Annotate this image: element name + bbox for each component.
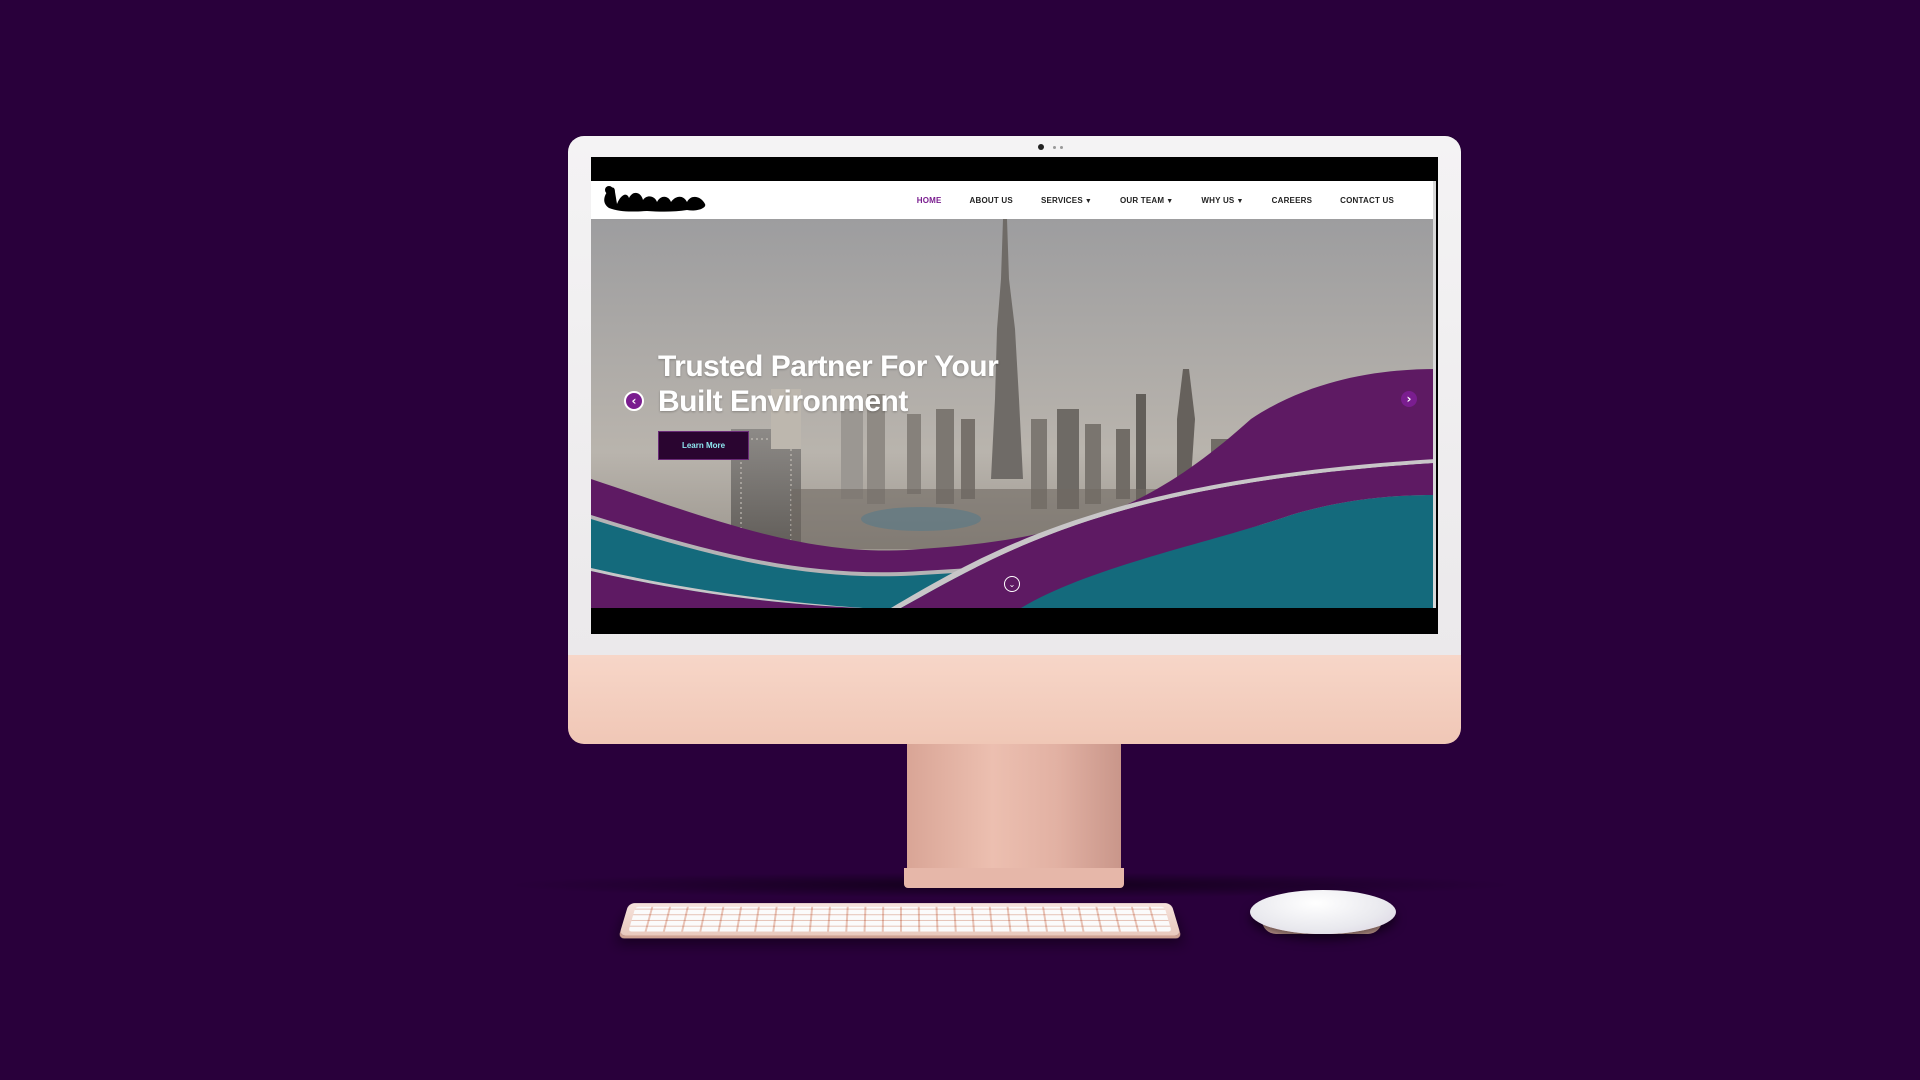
hero-slider: Trusted Partner For Your Built Environme… (591, 219, 1436, 608)
nav-contact-us[interactable]: CONTACT US (1340, 196, 1394, 205)
imac-screen: HOME ABOUT US SERVICES ▼ OUR TEAM ▼ WHY US… (591, 157, 1438, 634)
mockup-stage: HOME ABOUT US SERVICES ▼ OUR TEAM ▼ WHY US… (0, 0, 1920, 1080)
nav-about-us[interactable]: ABOUT US (970, 196, 1013, 205)
nav-contact-us-label: CONTACT US (1340, 196, 1394, 205)
mouse (1250, 890, 1396, 934)
chevron-right-icon[interactable]: › (1401, 391, 1417, 407)
hero-title-line2: Built Environment (658, 384, 1018, 419)
caret-down-icon: ▼ (1166, 198, 1173, 205)
top-navbar: HOME ABOUT US SERVICES ▼ OUR TEAM ▼ WHY US… (591, 181, 1436, 220)
nav-services[interactable]: SERVICES ▼ (1041, 196, 1092, 205)
caret-down-icon: ▼ (1085, 198, 1092, 205)
nav-our-team[interactable]: OUR TEAM ▼ (1120, 196, 1173, 205)
learn-more-button[interactable]: Learn More (658, 431, 749, 460)
nav-menu: HOME ABOUT US SERVICES ▼ OUR TEAM ▼ WHY US… (917, 181, 1394, 219)
nav-our-team-label: OUR TEAM (1120, 196, 1164, 205)
imac-stand-foot (904, 868, 1124, 888)
website: HOME ABOUT US SERVICES ▼ OUR TEAM ▼ WHY US… (591, 181, 1436, 608)
chevron-down-circle-icon[interactable]: ⌄ (1004, 576, 1020, 592)
nav-careers[interactable]: CAREERS (1272, 196, 1313, 205)
nav-why-us-label: WHY US (1201, 196, 1234, 205)
camera-dot (1053, 146, 1056, 149)
hero-title: Trusted Partner For Your Built Environme… (658, 349, 1018, 419)
nav-home[interactable]: HOME (917, 196, 942, 205)
nav-why-us[interactable]: WHY US ▼ (1201, 196, 1243, 205)
nav-home-label: HOME (917, 196, 942, 205)
imac-stand (907, 744, 1121, 878)
imac-chin (568, 655, 1461, 744)
nav-about-us-label: ABOUT US (970, 196, 1013, 205)
keyboard (619, 903, 1181, 935)
keyboard-keys (628, 907, 1171, 932)
caret-down-icon: ▼ (1236, 198, 1243, 205)
page-scrollbar[interactable] (1433, 181, 1436, 608)
camera-icon (1038, 144, 1044, 150)
nav-careers-label: CAREERS (1272, 196, 1313, 205)
camera-dot (1060, 146, 1063, 149)
nav-services-label: SERVICES (1041, 196, 1083, 205)
hero-title-line1: Trusted Partner For Your (658, 349, 1018, 384)
chevron-left-icon[interactable]: ‹ (624, 391, 644, 411)
logo-icon[interactable] (601, 184, 713, 214)
